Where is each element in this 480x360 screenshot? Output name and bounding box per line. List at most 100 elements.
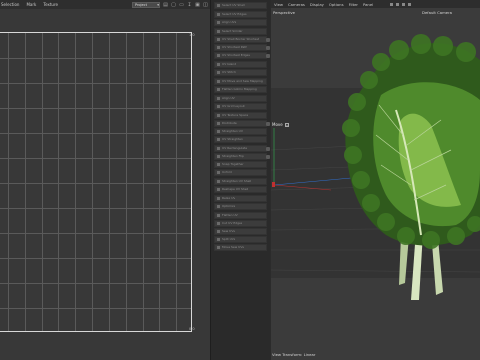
scale-icon[interactable] (402, 2, 406, 6)
move-icon[interactable] (390, 2, 394, 6)
menu-options[interactable]: Options (329, 2, 344, 7)
uv-grid-line-v (108, 33, 110, 331)
tool-item[interactable]: UV Texture Space (214, 112, 267, 119)
tool-label: Cut UV Edges (222, 221, 243, 226)
tool-item[interactable]: Flatten UV (214, 212, 267, 219)
tool-icon (217, 87, 220, 91)
tool-icon (217, 45, 220, 49)
tool-item[interactable]: Distribute (214, 120, 270, 127)
tool-item[interactable]: Optimize (214, 203, 267, 210)
tool-label: Select UV Shell (222, 3, 245, 8)
tool-label: UV Grid Layout (222, 104, 245, 109)
menu-filter[interactable]: Filter (349, 2, 358, 7)
tool-item[interactable]: Align UV (214, 95, 267, 102)
tool-item[interactable]: UV Straighten (214, 136, 267, 143)
viewport-icons (390, 2, 412, 6)
menu-mark[interactable]: Mark (26, 2, 36, 7)
tool-item[interactable]: Select UV Shell (214, 2, 267, 9)
menu-cameras[interactable]: Cameras (288, 2, 305, 7)
tool-icon (217, 221, 220, 225)
uv-grid-line-h (0, 283, 191, 284)
menu-view[interactable]: View (274, 2, 283, 7)
tool-label: Straighten UV (222, 129, 243, 134)
tool-item[interactable]: UV Shell Border Shortest (214, 36, 270, 43)
uv-grid-label-bottom: 0.0 (189, 327, 195, 331)
tool-item[interactable]: Relax UV (214, 195, 267, 202)
maximize-icon[interactable]: ◫ (203, 2, 208, 8)
tool-item[interactable]: UV Rectangulate (214, 145, 270, 152)
pin-icon[interactable]: ↧ (187, 2, 192, 8)
tool-label: UV Move and Sew Mapping (222, 79, 263, 84)
tool-item[interactable]: UV Grid Layout (214, 103, 267, 110)
kale-curly-edge (352, 171, 370, 189)
tool-option-checkbox[interactable] (266, 155, 270, 159)
tool-option-checkbox[interactable] (266, 147, 270, 151)
menu-display[interactable]: Display (310, 2, 324, 7)
move-options-icon[interactable]: + (284, 122, 289, 127)
tool-label: Split UVs (222, 237, 236, 242)
tool-label: Reshape UV Shell (222, 187, 249, 192)
tool-icon (217, 113, 220, 117)
tool-icon (217, 213, 220, 217)
tool-item[interactable]: Flatten Gizmo Mapping (214, 86, 267, 93)
tool-option-checkbox[interactable] (266, 54, 270, 58)
menu-panel[interactable]: Panel (363, 2, 373, 7)
tool-item[interactable]: Straighten UV Shell (214, 178, 267, 185)
tool-item[interactable]: Align UVs (214, 19, 267, 26)
move-tool-label[interactable]: Move + (272, 122, 289, 127)
tool-item[interactable]: Snap Together (214, 161, 267, 168)
camera-label[interactable]: Default Camera (422, 10, 452, 15)
tool-item[interactable]: Cut UV Edges (214, 220, 267, 227)
channel-select[interactable]: Project ▾ (132, 1, 160, 8)
channel-select-value: Project (135, 2, 147, 7)
tool-label: Optimize (222, 204, 236, 209)
tool-item[interactable]: UV Island (214, 61, 267, 68)
tool-label: Align UV (222, 96, 235, 101)
uv-grid-line-v (125, 33, 127, 331)
tool-icon (217, 154, 220, 158)
tool-item[interactable]: Straighten Flip (214, 153, 270, 160)
tool-item[interactable]: UV Shortest Edges (214, 52, 270, 59)
tool-option-checkbox[interactable] (266, 122, 270, 126)
menu-selection[interactable]: Selection (1, 2, 19, 7)
camera-icon[interactable]: ▣ (195, 2, 200, 8)
tool-icon (217, 162, 220, 166)
uv-editor-panel: Selection Mark Texture Project ▾ ▤ ▢ ▭ ↧… (0, 0, 210, 360)
kale-curly-edge (360, 71, 378, 89)
layout-icon[interactable] (408, 2, 412, 6)
uv-grid[interactable] (0, 32, 192, 332)
tool-icon (217, 70, 220, 74)
viewport-3d[interactable]: View Cameras Display Options Filter Pane… (271, 0, 480, 360)
tool-icon (217, 79, 220, 83)
tool-item[interactable]: Move Sew UVs (214, 244, 267, 251)
tool-item[interactable]: Unfold (214, 169, 267, 176)
uv-tools-panel: Select UV Shell Select UV Edges Align UVs S… (210, 0, 270, 360)
uv-grid-line-h (0, 208, 191, 209)
tool-option-checkbox[interactable] (266, 38, 270, 42)
copy-icon[interactable]: ▭ (179, 2, 184, 8)
kale-curly-edge (348, 93, 366, 111)
menu-texture[interactable]: Texture (43, 2, 58, 7)
tool-label: Select UV Edges (222, 12, 247, 17)
tool-item[interactable]: Reshape UV Shell (214, 186, 267, 193)
projection-label: Perspective (273, 10, 295, 15)
rotate-icon[interactable] (396, 2, 400, 6)
uv-grid-line-h (0, 183, 191, 184)
tool-option-checkbox[interactable] (266, 46, 270, 50)
chevron-down-icon: ▾ (157, 2, 159, 7)
tool-icon (217, 170, 220, 174)
lock-icon[interactable]: ▢ (171, 2, 176, 8)
tool-item[interactable]: UV Shortest Path (214, 44, 270, 51)
tool-item[interactable]: Split UVs (214, 236, 267, 243)
tool-item[interactable]: Straighten UV (214, 128, 267, 135)
tool-item[interactable]: Sew UVs (214, 228, 267, 235)
tool-item[interactable]: UV Move and Sew Mapping (214, 78, 267, 85)
tool-icon (217, 62, 220, 66)
tool-item[interactable]: UV Stitch (214, 69, 267, 76)
kale-curly-edge (372, 53, 390, 71)
tool-item[interactable]: Select Similar (214, 28, 267, 35)
channel-icon[interactable]: ▤ (163, 2, 168, 8)
tool-item[interactable]: Select UV Edges (214, 11, 267, 18)
kale-curly-edge (362, 194, 380, 212)
kale-curly-edge (389, 40, 409, 60)
